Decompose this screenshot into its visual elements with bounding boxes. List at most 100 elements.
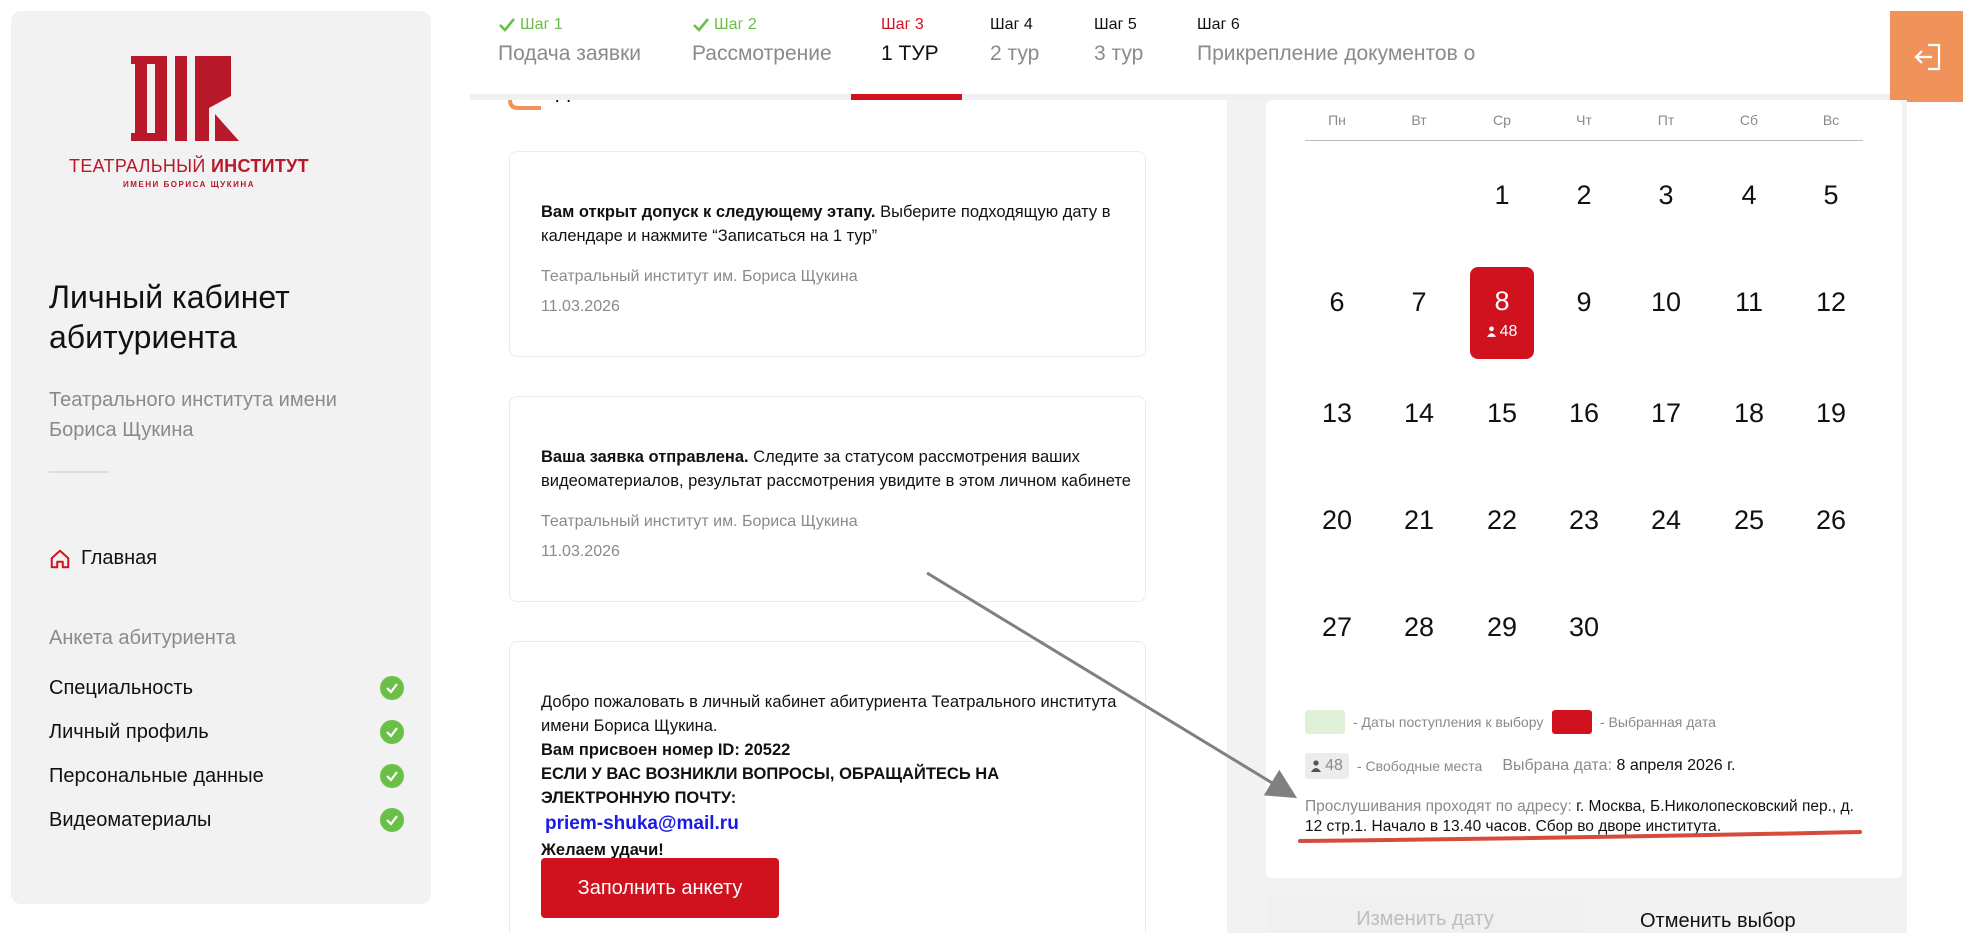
calendar-day[interactable]: 6 [1305,256,1369,348]
seats-label: - Свободные места [1357,758,1483,774]
nav-home[interactable]: Главная [49,547,157,570]
day-number: 17 [1650,397,1682,428]
calendar-day[interactable]: 16 [1552,367,1616,459]
calendar-day[interactable]: 15 [1470,367,1534,459]
step-1[interactable]: Шаг 1 Подача заявки [498,14,641,66]
day-number: 25 [1733,504,1765,535]
day-number: 16 [1568,397,1600,428]
calendar-day[interactable]: 9 [1552,256,1616,348]
calendar-day[interactable]: 24 [1634,474,1698,566]
nav-home-label: Главная [81,547,158,569]
calendar-day[interactable]: 11 [1717,256,1781,348]
nav-item-label: Специальность [49,676,193,699]
calendar-day[interactable]: 18 [1717,367,1781,459]
seats-row: 48 - Свободные места Выбрана дата: 8 апр… [1305,753,1735,779]
institute-logo[interactable]: ТЕАТРАЛЬНЫЙ ИНСТИТУТ ИМЕНИ БОРИСА ЩУКИНА [49,56,349,206]
notification-date: 11.03.2026 [541,298,620,315]
step-4[interactable]: Шаг 4 2 тур [990,14,1039,66]
fill-form-button[interactable]: Заполнить анкету [541,858,779,918]
calendar-day-selected[interactable]: 8 48 [1470,267,1534,359]
nav-item-personal-data[interactable]: Персональные данные [49,754,404,798]
calendar-day[interactable]: 25 [1717,474,1781,566]
calendar-day[interactable]: 1 [1470,149,1534,241]
day-number: 28 [1403,611,1435,642]
nav-item-label: Личный профиль [49,720,209,743]
calendar-day[interactable]: 2 [1552,149,1616,241]
chosen-date: Выбрана дата: 8 апреля 2026 г. [1502,757,1736,774]
day-number: 22 [1486,504,1518,535]
step-5[interactable]: Шаг 5 3 тур [1094,14,1143,66]
day-number: 30 [1568,611,1600,642]
legend-swatch-selected [1552,710,1592,734]
page: ТЕАТРАЛЬНЫЙ ИНСТИТУТ ИМЕНИ БОРИСА ЩУКИНА… [0,0,1963,933]
weekday-label: Сб [1739,112,1759,128]
seats-count: 48 [1325,757,1343,774]
calendar-day[interactable]: 20 [1305,474,1369,566]
notification-text: Вам открыт допуск к следующему этапу. Вы… [541,203,1111,245]
calendar-day[interactable]: 23 [1552,474,1616,566]
day-number: 3 [1658,179,1674,210]
day-number: 26 [1815,504,1847,535]
step-number: Шаг 1 [520,16,563,33]
step-2[interactable]: Шаг 2 Рассмотрение [692,14,832,66]
step-number: Шаг 3 [881,16,924,33]
day-number: 21 [1403,504,1435,535]
day-number: 2 [1576,179,1592,210]
weekday-label: Чт [1576,112,1592,128]
logo-mark-icon [131,56,239,141]
check-icon [380,676,404,700]
calendar-day[interactable]: 7 [1387,256,1451,348]
day-number: 13 [1321,397,1353,428]
day-number: 27 [1321,611,1353,642]
step-number: Шаг 4 [990,16,1033,33]
calendar-day[interactable]: 14 [1387,367,1451,459]
day-number: 18 [1733,397,1765,428]
calendar-day[interactable]: 29 [1470,581,1534,673]
nav-item-videos[interactable]: Видеоматериалы [49,798,404,842]
audition-address: Прослушивания проходят по адресу: г. Мос… [1305,798,1854,835]
day-number: 6 [1329,286,1345,317]
check-icon [693,18,710,32]
day-number: 10 [1650,286,1682,317]
logout-button[interactable] [1890,11,1963,102]
change-date-button[interactable]: Изменить дату [1266,894,1584,933]
step-3[interactable]: Шаг 3 1 ТУР [881,14,939,66]
day-number: 19 [1815,397,1847,428]
calendar-day[interactable]: 28 [1387,581,1451,673]
cancel-selection-button[interactable]: Отменить выбор [1640,910,1796,933]
welcome-text: Добро пожаловать в личный кабинет абитур… [541,693,1117,735]
weekday-label: Пн [1328,112,1346,128]
calendar-day[interactable]: 5 [1799,149,1863,241]
calendar-day[interactable]: 17 [1634,367,1698,459]
calendar-day[interactable]: 26 [1799,474,1863,566]
calendar-day[interactable]: 13 [1305,367,1369,459]
applicant-id: Вам присвоен номер ID: 20522 [541,741,791,759]
calendar-day[interactable]: 27 [1305,581,1369,673]
calendar-day[interactable]: 4 [1717,149,1781,241]
logo-subtitle: ИМЕНИ БОРИСА ЩУКИНА [123,180,255,189]
nav-item-profile[interactable]: Личный профиль [49,710,404,754]
calendar-day[interactable]: 21 [1387,474,1451,566]
day-number: 20 [1321,504,1353,535]
weekday-label: Пт [1657,112,1675,128]
calendar-day[interactable]: 30 [1552,581,1616,673]
calendar-day[interactable]: 3 [1634,149,1698,241]
nav-item-label: Видеоматериалы [49,808,212,831]
nav-item-specialty[interactable]: Специальность [49,666,404,710]
day-number: 5 [1823,179,1839,210]
divider [49,471,109,473]
day-number: 23 [1568,504,1600,535]
day-number: 14 [1403,397,1435,428]
step-6[interactable]: Шаг 6 Прикрепление документов о [1197,14,1475,66]
day-number: 1 [1494,179,1510,210]
contact-note: ЕСЛИ У ВАС ВОЗНИКЛИ ВОПРОСЫ, ОБРАЩАЙТЕСЬ… [541,765,1000,807]
calendar-day[interactable]: 19 [1799,367,1863,459]
calendar-day[interactable]: 22 [1470,474,1534,566]
step-name: 2 тур [990,42,1040,65]
step-name: Рассмотрение [692,42,832,65]
calendar-day[interactable]: 12 [1799,256,1863,348]
email-link[interactable]: priem-shuka@mail.ru [545,810,1131,838]
calendar-day[interactable]: 10 [1634,256,1698,348]
check-icon [499,18,516,32]
check-icon [380,720,404,744]
